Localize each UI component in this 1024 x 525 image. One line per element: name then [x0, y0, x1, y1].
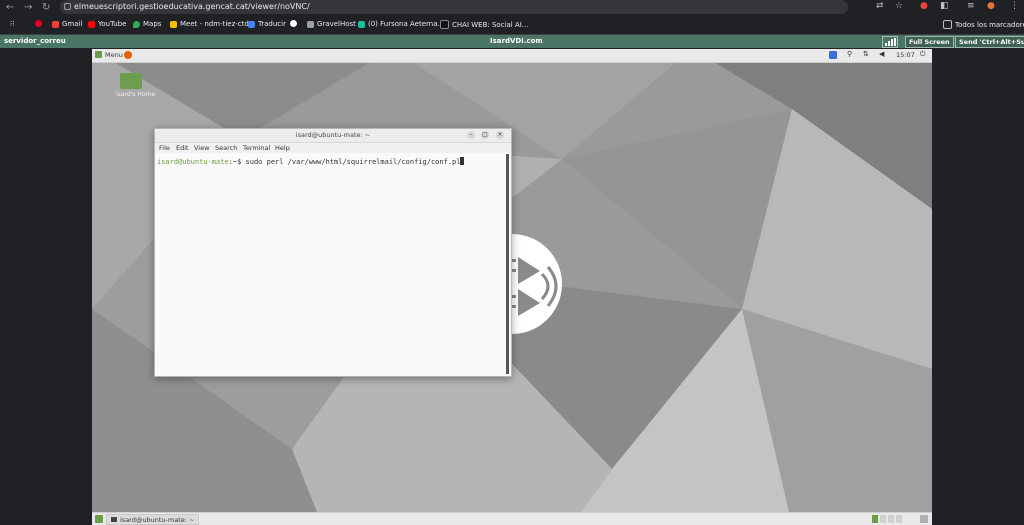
firefox-icon[interactable]	[124, 51, 132, 59]
address-bar[interactable]: elmeuescriptori.gestioeducativa.gencat.c…	[60, 0, 848, 14]
reload-icon[interactable]: ↻	[42, 2, 50, 13]
workspace-2[interactable]	[880, 515, 886, 523]
isardvdi-logo-icon	[502, 234, 562, 334]
full-screen-button[interactable]: Full Screen	[905, 36, 954, 48]
url-text[interactable]: elmeuescriptori.gestioeducativa.gencat.c…	[74, 2, 310, 11]
profile-avatar-icon[interactable]: ●	[987, 1, 995, 11]
signal-strength-icon[interactable]	[882, 36, 898, 48]
taskbar-terminal-item[interactable]: isard@ubuntu-mate: ~	[106, 514, 200, 525]
bookmarks-bar: ⁝⁝ Gmail YouTube Maps Meet - ndm-tiez-ct…	[0, 16, 1024, 35]
home-folder-desktop-icon[interactable]: isard's Home	[116, 71, 164, 111]
terminal-menubar: File Edit View Search Terminal Help	[155, 143, 511, 153]
mate-top-panel: Menu ⚲ ⇅ ◀ 15:07 ⏻	[92, 49, 932, 63]
workspace-4[interactable]	[896, 515, 902, 523]
extensions-icon[interactable]: ◧	[940, 1, 949, 11]
menu-button[interactable]: Menu	[105, 51, 123, 59]
cursor	[460, 157, 465, 165]
terminal-output[interactable]: isard@ubuntu-mate:~$ sudo perl /var/www/…	[155, 154, 509, 375]
menu-search[interactable]: Search	[215, 144, 237, 152]
bookmark-pinterest-icon[interactable]	[35, 20, 42, 27]
bookmark-youtube[interactable]: YouTube	[88, 20, 126, 28]
menu-terminal[interactable]: Terminal	[243, 144, 270, 152]
vnc-control-bar: servidor_correu IsardVDI.com Full Screen…	[0, 35, 1024, 48]
menu-edit[interactable]: Edit	[176, 144, 189, 152]
bookmark-google-icon[interactable]	[290, 20, 297, 27]
back-icon[interactable]: ←	[6, 2, 14, 13]
forward-icon[interactable]: →	[24, 2, 32, 13]
close-icon[interactable]: ×	[496, 131, 504, 139]
extension-icon[interactable]: ●	[920, 1, 928, 11]
apps-icon[interactable]: ⁝⁝	[10, 20, 14, 28]
terminal-scrollbar[interactable]	[506, 154, 509, 374]
maximize-icon[interactable]: □	[481, 131, 489, 139]
bookmark-gmail[interactable]: Gmail	[52, 20, 82, 28]
translate-icon[interactable]: ⇄	[876, 1, 884, 11]
menu-file[interactable]: File	[159, 144, 170, 152]
terminal-titlebar[interactable]: isard@ubuntu-mate: ~ – □ ×	[155, 129, 511, 143]
bookmark-star-icon[interactable]: ☆	[895, 1, 903, 11]
mate-logo-icon	[95, 51, 102, 58]
tool-icon[interactable]: ⚲	[847, 50, 852, 58]
bookmark-fursona[interactable]: (0) Fursona Aeterna...	[358, 20, 444, 28]
mate-bottom-panel: isard@ubuntu-mate: ~	[92, 512, 932, 525]
reading-list-icon[interactable]: ≡	[967, 1, 975, 11]
site-info-icon[interactable]	[64, 3, 71, 10]
folder-icon	[120, 73, 142, 89]
clock[interactable]: 15:07	[896, 51, 915, 59]
taskbar-window-label: isard@ubuntu-mate: ~	[120, 515, 195, 524]
terminal-window[interactable]: isard@ubuntu-mate: ~ – □ × File Edit Vie…	[154, 128, 512, 377]
trash-icon[interactable]	[920, 515, 928, 523]
show-desktop-icon[interactable]	[95, 515, 103, 523]
vnc-server-label: servidor_correu	[4, 37, 66, 45]
volume-icon[interactable]: ◀	[879, 50, 884, 58]
prompt-user: isard@ubuntu-mate	[157, 158, 229, 166]
minimize-icon[interactable]: –	[467, 131, 475, 139]
workspace-1[interactable]	[872, 515, 878, 523]
command-text: sudo perl /var/www/html/squirrelmail/con…	[245, 158, 461, 166]
command-line: isard@ubuntu-mate:~$ sudo perl /var/www/…	[157, 157, 465, 166]
prompt-separator: :~$	[228, 158, 242, 166]
network-icon[interactable]: ⇅	[863, 50, 869, 58]
send-ctrl-alt-supr-button[interactable]: Send 'Ctrl+Alt+Supr'	[955, 36, 1024, 48]
browser-toolbar: ← → ↻ elmeuescriptori.gestioeducativa.ge…	[0, 0, 1024, 16]
menu-view[interactable]: View	[194, 144, 209, 152]
workspace-3[interactable]	[888, 515, 894, 523]
bookmark-maps[interactable]: Maps	[133, 20, 161, 28]
bookmark-meet[interactable]: Meet - ndm-tiez-ctd	[170, 20, 249, 28]
remote-desktop[interactable]: Menu ⚲ ⇅ ◀ 15:07 ⏻ isard's Home isard@ub…	[92, 49, 932, 525]
all-bookmarks[interactable]: Todos los marcadores	[943, 20, 1024, 29]
power-icon[interactable]: ⏻	[920, 50, 926, 59]
vnc-title: IsardVDI.com	[490, 37, 543, 45]
more-menu-icon[interactable]: ⋮	[1010, 1, 1019, 11]
terminal-icon	[111, 517, 117, 522]
bluetooth-icon[interactable]	[829, 51, 837, 59]
bookmark-chai[interactable]: CHAI WEB: Social AI...	[440, 20, 528, 29]
terminal-title: isard@ubuntu-mate: ~	[295, 131, 371, 139]
menu-help[interactable]: Help	[275, 144, 290, 152]
home-folder-label: isard's Home	[116, 91, 156, 98]
bookmark-translate[interactable]: Traducir	[248, 20, 286, 28]
bookmark-gravelhost[interactable]: GravelHost	[307, 20, 356, 28]
